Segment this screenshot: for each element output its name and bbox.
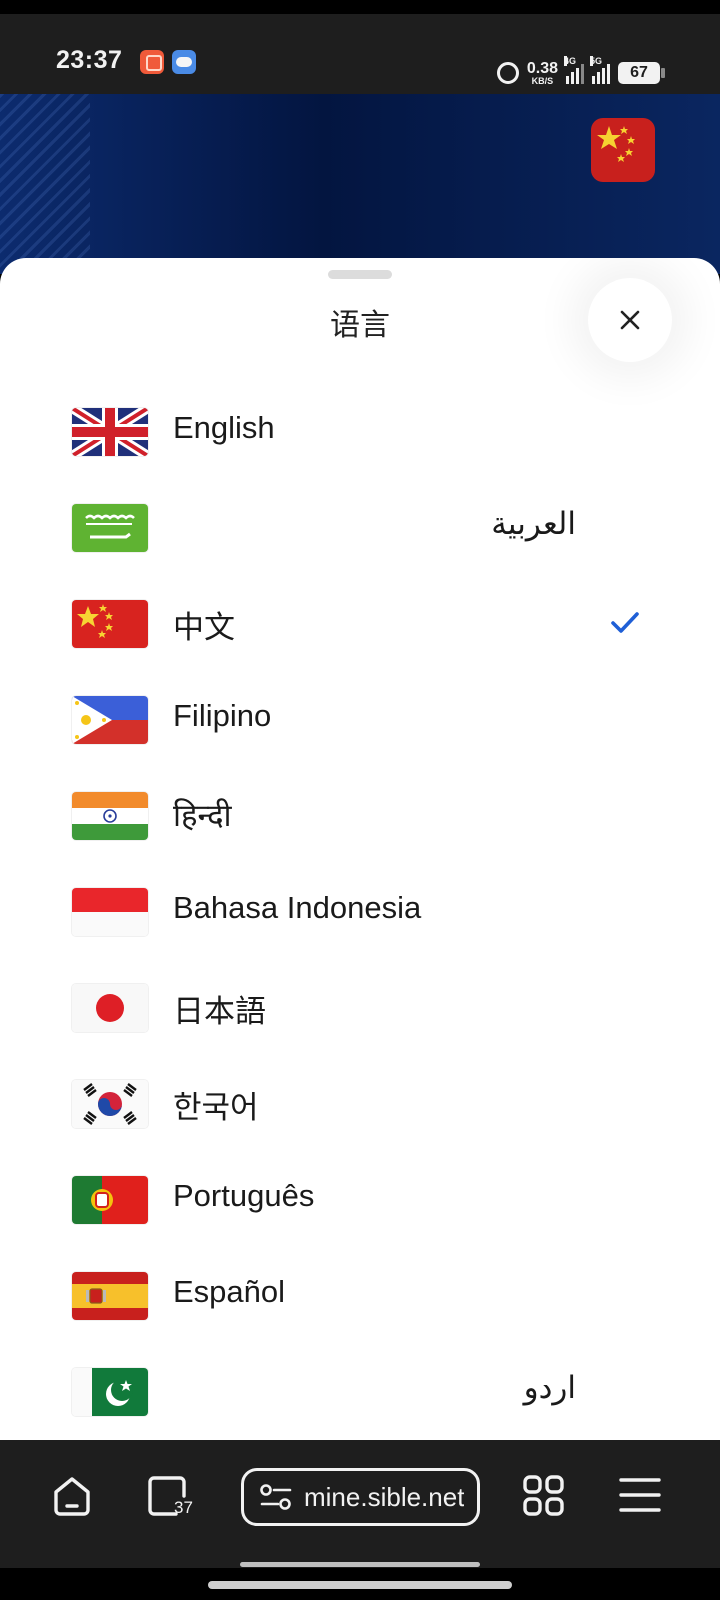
close-icon bbox=[620, 310, 640, 330]
language-item-urdu[interactable]: اردو bbox=[0, 1344, 720, 1440]
language-label: العربية bbox=[491, 506, 576, 541]
gb-flag-icon bbox=[72, 408, 148, 456]
menu-icon[interactable] bbox=[618, 1474, 662, 1518]
pt-flag-icon bbox=[72, 1176, 148, 1224]
page-header-background bbox=[0, 94, 720, 274]
language-item-portuguese[interactable]: Português bbox=[0, 1152, 720, 1248]
grid-apps-icon[interactable] bbox=[522, 1474, 566, 1518]
language-item-arabic[interactable]: العربية bbox=[0, 480, 720, 576]
language-list: English العربية 中文 Filipino हिन्दी Bahas… bbox=[0, 384, 720, 1440]
language-label: 한국어 bbox=[173, 1090, 259, 1125]
language-label: Español bbox=[173, 1274, 286, 1309]
signal-5g-icon: 5G bbox=[590, 56, 610, 84]
language-item-english[interactable]: English bbox=[0, 384, 720, 480]
alarm-icon bbox=[496, 62, 519, 84]
es-flag-icon bbox=[72, 1272, 148, 1320]
close-button[interactable] bbox=[588, 278, 672, 362]
language-item-korean[interactable]: 한국어 bbox=[0, 1056, 720, 1152]
id-flag-icon bbox=[72, 888, 148, 936]
signal-4g-label: 4G bbox=[564, 56, 577, 66]
tabs-button[interactable]: 37 bbox=[146, 1474, 202, 1524]
weather-notification-icon bbox=[172, 50, 196, 74]
signal-4g-icon: 4G bbox=[564, 56, 584, 84]
url-text: mine.sible.net bbox=[304, 1481, 465, 1512]
tab-count: 37 bbox=[174, 1498, 193, 1517]
app-notification-icon bbox=[140, 50, 164, 74]
status-bar: 23:37 0.38 KB/S 4G 5G 67 bbox=[0, 14, 720, 94]
battery-level: 67 bbox=[630, 64, 648, 81]
jp-flag-icon bbox=[72, 984, 148, 1032]
network-speed: 0.38 KB/S bbox=[526, 59, 558, 86]
network-speed-unit: KB/S bbox=[531, 75, 554, 86]
check-icon bbox=[611, 612, 639, 633]
language-label: हिन्दी bbox=[173, 798, 232, 833]
language-item-indonesian[interactable]: Bahasa Indonesia bbox=[0, 864, 720, 960]
sa-flag-icon bbox=[72, 504, 148, 552]
language-item-filipino[interactable]: Filipino bbox=[0, 672, 720, 768]
ph-flag-icon bbox=[72, 696, 148, 744]
language-label: Bahasa Indonesia bbox=[173, 890, 422, 925]
signal-5g-label: 5G bbox=[590, 56, 603, 66]
home-icon[interactable] bbox=[50, 1474, 94, 1518]
language-item-spanish[interactable]: Español bbox=[0, 1248, 720, 1344]
status-indicators: 0.38 KB/S 4G 5G 67 bbox=[496, 56, 665, 88]
home-gesture-indicator[interactable] bbox=[208, 1581, 512, 1589]
pk-flag-icon bbox=[72, 1368, 148, 1416]
language-item-hindi[interactable]: हिन्दी bbox=[0, 768, 720, 864]
top-edge bbox=[0, 0, 720, 14]
language-label: Português bbox=[173, 1178, 315, 1213]
language-label: Filipino bbox=[173, 698, 272, 733]
language-label: اردو bbox=[523, 1370, 576, 1405]
toolbar-scroll-indicator bbox=[240, 1562, 480, 1567]
network-speed-value: 0.38 bbox=[526, 59, 558, 77]
language-sheet: 语言 English العربية 中文 Filipino हिन्दी Ba… bbox=[0, 258, 720, 1440]
drag-handle[interactable] bbox=[328, 270, 392, 279]
language-label: 中文 bbox=[173, 610, 235, 645]
battery-icon: 67 bbox=[618, 62, 665, 84]
cn-flag-icon[interactable] bbox=[591, 118, 655, 182]
in-flag-icon bbox=[72, 792, 148, 840]
site-settings-icon[interactable] bbox=[260, 1483, 292, 1511]
clock: 23:37 bbox=[56, 46, 123, 74]
address-bar[interactable]: mine.sible.net bbox=[241, 1468, 480, 1526]
language-label: 日本語 bbox=[173, 994, 266, 1029]
kr-flag-icon bbox=[72, 1080, 148, 1128]
language-label: English bbox=[173, 410, 275, 445]
language-item-chinese[interactable]: 中文 bbox=[0, 576, 720, 672]
browser-toolbar: 37 mine.sible.net bbox=[0, 1440, 720, 1568]
cn-flag-icon bbox=[72, 600, 148, 648]
language-item-japanese[interactable]: 日本語 bbox=[0, 960, 720, 1056]
